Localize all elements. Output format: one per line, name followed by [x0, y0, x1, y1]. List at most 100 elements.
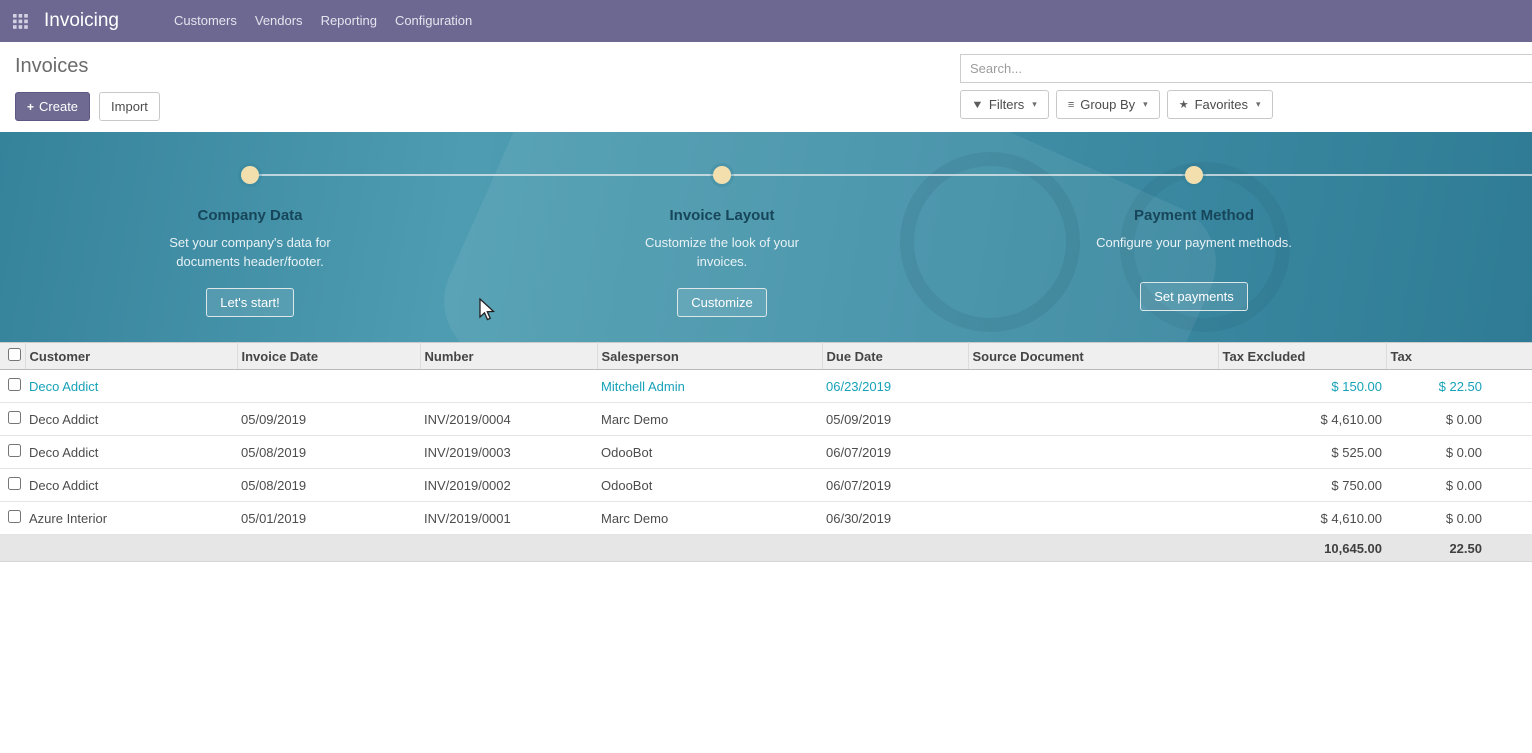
- control-panel: Invoices + Create Import ▼ Filters ▾ ≡ G…: [0, 42, 1532, 132]
- favorites-button-label: Favorites: [1195, 97, 1248, 112]
- due-date-cell: 06/07/2019: [822, 436, 968, 469]
- table-row[interactable]: Deco Addict Mitchell Admin 06/23/2019 $ …: [0, 370, 1532, 403]
- tax-cell: $ 0.00: [1386, 502, 1532, 535]
- tax-cell: $ 0.00: [1386, 403, 1532, 436]
- total-tax: 22.50: [1386, 535, 1532, 562]
- set-payments-button[interactable]: Set payments: [1140, 282, 1248, 311]
- source-document-cell: [968, 469, 1218, 502]
- onboarding-banner: Company Data Set your company's data for…: [0, 132, 1532, 342]
- menu-reporting[interactable]: Reporting: [312, 0, 386, 42]
- due-date-cell: 06/30/2019: [822, 502, 968, 535]
- tax-cell: $ 0.00: [1386, 469, 1532, 502]
- tax-cell: $ 22.50: [1386, 370, 1532, 403]
- create-button-label: Create: [39, 99, 78, 114]
- total-tax-excluded: 10,645.00: [1218, 535, 1386, 562]
- search-input[interactable]: [960, 54, 1532, 83]
- top-navbar: Invoicing Customers Vendors Reporting Co…: [0, 0, 1532, 42]
- row-checkbox[interactable]: [8, 477, 21, 490]
- row-checkbox[interactable]: [8, 510, 21, 523]
- star-icon: ★: [1179, 98, 1189, 111]
- salesperson-link[interactable]: Mitchell Admin: [601, 379, 685, 394]
- app-title[interactable]: Invoicing: [44, 10, 119, 32]
- tax-excluded-cell: $ 4,610.00: [1218, 502, 1386, 535]
- customer-cell: Deco Addict: [25, 469, 237, 502]
- step-dot-icon: [241, 166, 259, 184]
- tax-excluded-cell: $ 750.00: [1218, 469, 1386, 502]
- tax-excluded-cell: $ 4,610.00: [1218, 403, 1386, 436]
- group-by-button[interactable]: ≡ Group By ▾: [1056, 90, 1160, 119]
- create-button[interactable]: + Create: [15, 92, 90, 121]
- salesperson-cell: OdooBot: [597, 469, 822, 502]
- favorites-button[interactable]: ★ Favorites ▾: [1167, 90, 1273, 119]
- column-header-tax[interactable]: Tax: [1386, 343, 1532, 370]
- salesperson-cell: OdooBot: [597, 436, 822, 469]
- group-by-icon: ≡: [1068, 99, 1074, 111]
- column-header-number[interactable]: Number: [420, 343, 597, 370]
- main-menu: Customers Vendors Reporting Configuratio…: [165, 0, 481, 42]
- caret-down-icon: ▾: [1143, 99, 1148, 110]
- apps-grid-icon[interactable]: [13, 14, 28, 29]
- source-document-cell: [968, 502, 1218, 535]
- salesperson-cell: Marc Demo: [597, 502, 822, 535]
- invoice-date-cell: 05/08/2019: [237, 436, 420, 469]
- row-checkbox[interactable]: [8, 378, 21, 391]
- plus-icon: +: [27, 100, 34, 114]
- invoice-date-cell: [237, 370, 420, 403]
- tax-excluded-cell: $ 150.00: [1218, 370, 1386, 403]
- salesperson-cell: Marc Demo: [597, 403, 822, 436]
- source-document-cell: [968, 403, 1218, 436]
- lets-start-button[interactable]: Let's start!: [206, 288, 294, 317]
- number-cell: INV/2019/0004: [420, 403, 597, 436]
- table-header-row: Customer Invoice Date Number Salesperson…: [0, 343, 1532, 370]
- column-header-invoice-date[interactable]: Invoice Date: [237, 343, 420, 370]
- column-header-customer[interactable]: Customer: [25, 343, 237, 370]
- column-header-source-document[interactable]: Source Document: [968, 343, 1218, 370]
- totals-spacer: [0, 535, 1218, 562]
- filters-button-label: Filters: [989, 97, 1024, 112]
- invoice-date-cell: 05/08/2019: [237, 469, 420, 502]
- table-row[interactable]: Azure Interior 05/01/2019 INV/2019/0001 …: [0, 502, 1532, 535]
- customer-cell: Azure Interior: [25, 502, 237, 535]
- tax-cell: $ 0.00: [1386, 436, 1532, 469]
- page-title: Invoices: [15, 55, 160, 78]
- source-document-cell: [968, 370, 1218, 403]
- step-title: Payment Method: [958, 207, 1430, 224]
- table-row[interactable]: Deco Addict 05/08/2019 INV/2019/0002 Odo…: [0, 469, 1532, 502]
- due-date-cell: 06/07/2019: [822, 469, 968, 502]
- number-cell: INV/2019/0003: [420, 436, 597, 469]
- caret-down-icon: ▾: [1032, 99, 1037, 110]
- number-cell: INV/2019/0002: [420, 469, 597, 502]
- filters-button[interactable]: ▼ Filters ▾: [960, 90, 1049, 119]
- number-cell: [420, 370, 597, 403]
- select-all-checkbox[interactable]: [8, 348, 21, 361]
- menu-configuration[interactable]: Configuration: [386, 0, 481, 42]
- due-date-cell: 05/09/2019: [822, 403, 968, 436]
- number-cell: INV/2019/0001: [420, 502, 597, 535]
- customer-cell: Deco Addict: [25, 436, 237, 469]
- column-header-due-date[interactable]: Due Date: [822, 343, 968, 370]
- onboarding-step-company-data: Company Data Set your company's data for…: [14, 132, 486, 342]
- table-row[interactable]: Deco Addict 05/09/2019 INV/2019/0004 Mar…: [0, 403, 1532, 436]
- source-document-cell: [968, 436, 1218, 469]
- invoice-date-cell: 05/09/2019: [237, 403, 420, 436]
- customize-button[interactable]: Customize: [677, 288, 766, 317]
- customer-link[interactable]: Deco Addict: [29, 379, 98, 394]
- row-checkbox[interactable]: [8, 444, 21, 457]
- caret-down-icon: ▾: [1256, 99, 1261, 110]
- column-header-tax-excluded[interactable]: Tax Excluded: [1218, 343, 1386, 370]
- onboarding-step-invoice-layout: Invoice Layout Customize the look of you…: [486, 132, 958, 342]
- table-row[interactable]: Deco Addict 05/08/2019 INV/2019/0003 Odo…: [0, 436, 1532, 469]
- row-checkbox[interactable]: [8, 411, 21, 424]
- customer-cell: Deco Addict: [25, 403, 237, 436]
- invoice-date-cell: 05/01/2019: [237, 502, 420, 535]
- column-header-salesperson[interactable]: Salesperson: [597, 343, 822, 370]
- step-title: Invoice Layout: [486, 207, 958, 224]
- step-dot-icon: [713, 166, 731, 184]
- menu-vendors[interactable]: Vendors: [246, 0, 312, 42]
- import-button-label: Import: [111, 99, 148, 114]
- group-by-button-label: Group By: [1080, 97, 1135, 112]
- menu-customers[interactable]: Customers: [165, 0, 246, 42]
- select-all-checkbox-cell: [0, 343, 25, 370]
- tax-excluded-cell: $ 525.00: [1218, 436, 1386, 469]
- import-button[interactable]: Import: [99, 92, 160, 121]
